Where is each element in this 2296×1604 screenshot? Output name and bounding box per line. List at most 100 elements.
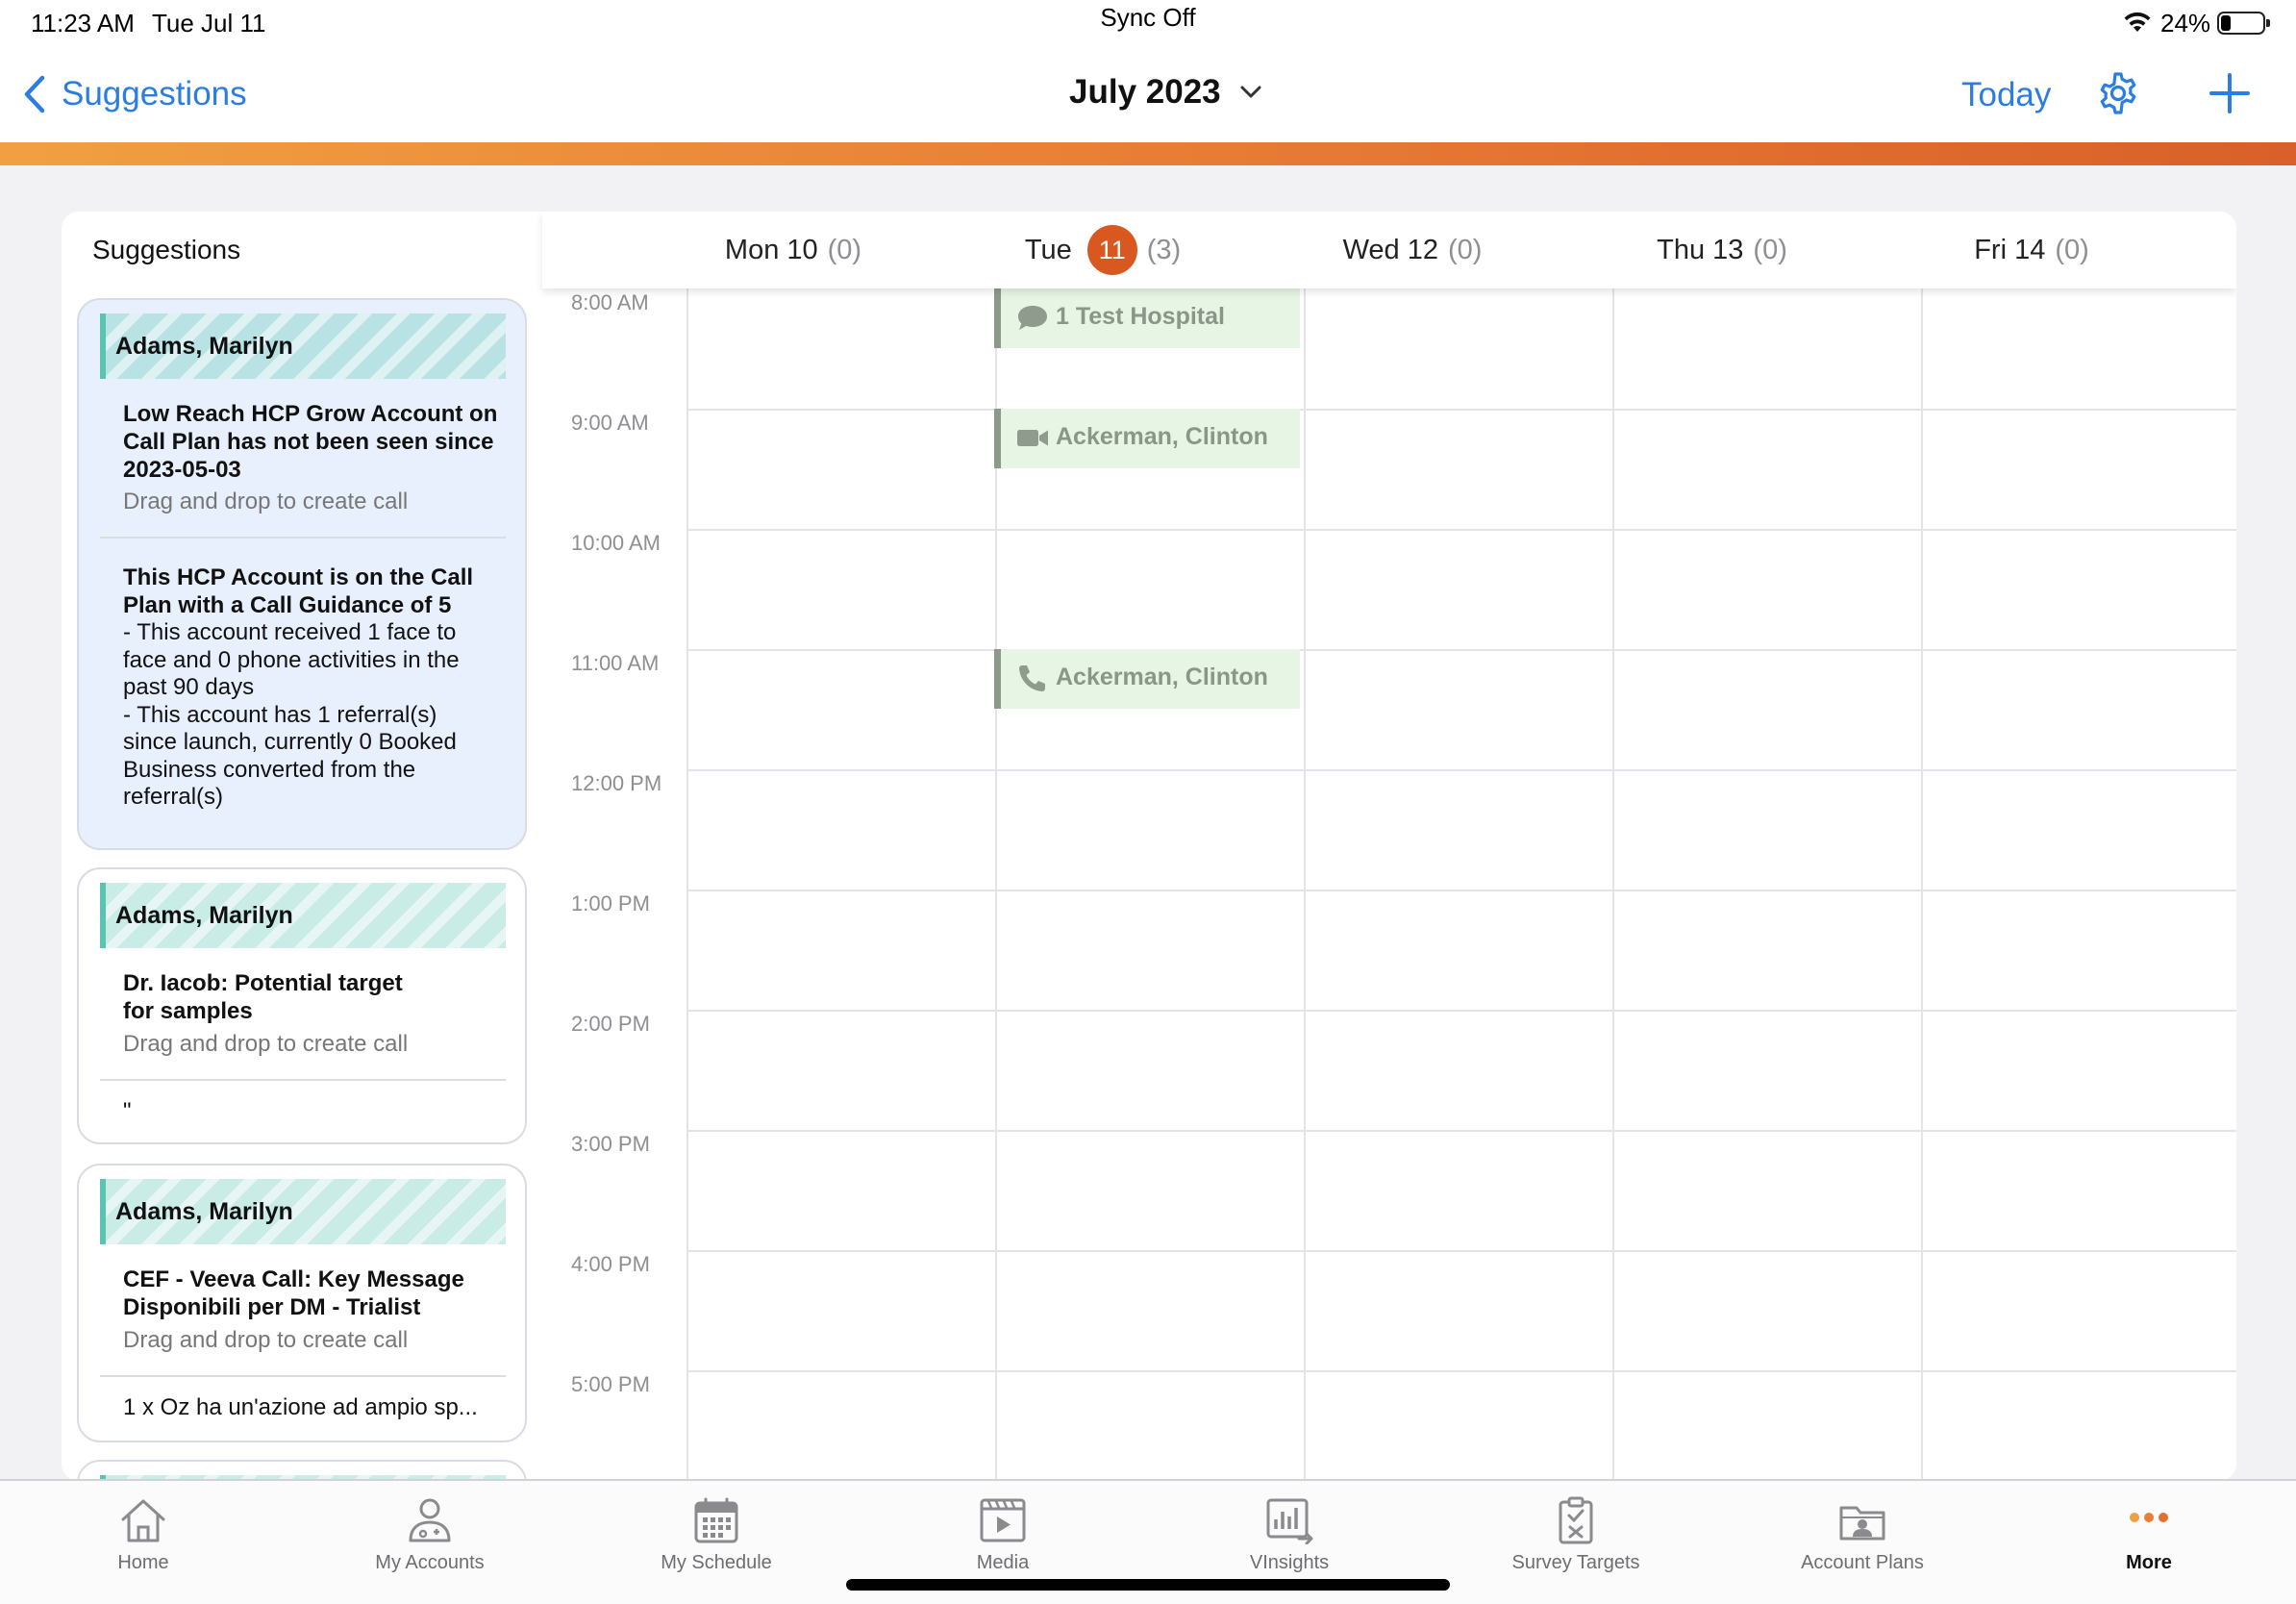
drag-hint: Drag and drop to create call	[123, 489, 409, 514]
back-button[interactable]: Suggestions	[21, 73, 247, 115]
hour-line	[686, 409, 2236, 411]
day-label: Mon 10	[724, 234, 818, 265]
tab-label: Account Plans	[1801, 1552, 1924, 1573]
day-header-thu[interactable]: Thu 13 (0)	[1567, 212, 1877, 288]
hour-line	[686, 649, 2236, 651]
tab-label: My Schedule	[661, 1552, 772, 1573]
tab-my-accounts[interactable]: My Accounts	[287, 1481, 573, 1604]
suggestion-title-line: Dr. Iacob: Potential target	[123, 970, 403, 996]
suggestions-header: Suggestions	[92, 235, 241, 264]
suggestion-title-line: Low Reach HCP Grow Account on	[123, 401, 498, 427]
gear-icon[interactable]	[2096, 71, 2140, 115]
time-label: 1:00 PM	[571, 891, 650, 915]
hour-line	[686, 769, 2236, 771]
day-header-mon[interactable]: Mon 10 (0)	[638, 212, 948, 288]
suggestion-detail-title: Plan with a Call Guidance of 5	[123, 591, 452, 618]
suggestion-footer: 1 x Oz ha un'azione ad ampio sp...	[123, 1394, 478, 1420]
time-label: 11:00 AM	[571, 651, 660, 675]
today-button[interactable]: Today	[1961, 76, 2051, 114]
day-header-fri[interactable]: Fri 14 (0)	[1877, 212, 2186, 288]
divider	[100, 1079, 506, 1081]
suggestion-title-line: Call Plan has not been seen since	[123, 429, 494, 455]
tab-survey-targets[interactable]: Survey Targets	[1433, 1481, 1719, 1604]
main-card: Suggestions Adams, Marilyn Low Reach HCP…	[62, 212, 2236, 1481]
day-label: Fri 14	[1974, 234, 2046, 265]
suggestion-card[interactable]: Adams, Marilyn Dr. Iacob: Potential targ…	[77, 867, 527, 1144]
day-label: Thu 13	[1657, 234, 1744, 265]
suggestion-detail-line: referral(s)	[123, 784, 224, 810]
day-label: Wed 12	[1342, 234, 1438, 265]
tab-label: Home	[117, 1552, 169, 1573]
suggestion-detail-line: face and 0 phone activities in the	[123, 646, 460, 673]
suggestion-title-line: CEF - Veeva Call: Key Message	[123, 1266, 464, 1292]
week-calendar: Mon 10 (0) Tue 11 (3) Wed 12 (0) Thu 13 …	[542, 212, 2236, 1481]
day-header-tue[interactable]: Tue 11 (3)	[948, 212, 1258, 288]
calendar-event[interactable]: 1 Test Hospital	[994, 288, 1300, 348]
tab-more[interactable]: More	[2006, 1481, 2292, 1604]
tab-home[interactable]: Home	[0, 1481, 287, 1604]
day-count: (0)	[827, 234, 862, 265]
suggestion-detail-line: - This account received 1 face to	[123, 619, 457, 645]
time-label: 4:00 PM	[571, 1252, 650, 1276]
back-button-label: Suggestions	[62, 75, 247, 113]
account-plans-folder-icon	[1839, 1506, 1885, 1541]
day-label: Tue	[1024, 234, 1072, 265]
tab-label: My Accounts	[375, 1552, 485, 1573]
suggestion-card[interactable]: Adams, Marilyn CEF - Veeva Call: Key Mes…	[77, 1164, 527, 1442]
tab-label: VInsights	[1249, 1552, 1330, 1573]
chevron-down-icon	[1240, 86, 1261, 98]
suggestion-title: CEF - Veeva Call: Key Message Disponibil…	[123, 1266, 517, 1321]
month-picker[interactable]: July 2023	[1069, 73, 1261, 112]
suggestion-account-banner: Adams, Marilyn	[100, 313, 506, 379]
suggestion-title-line: for samples	[123, 998, 253, 1024]
calendar-event[interactable]: Ackerman, Clinton	[994, 649, 1300, 709]
suggestion-account-banner: Adams, Marilyn	[100, 1179, 506, 1244]
tab-label: Survey Targets	[1511, 1552, 1640, 1573]
suggestion-detail-title: This HCP Account is on the Call	[123, 564, 474, 590]
suggestion-title-line: 2023-05-03	[123, 457, 241, 483]
time-label: 9:00 AM	[571, 411, 649, 435]
hour-line	[686, 890, 2236, 891]
person-icon	[409, 1498, 451, 1542]
time-label: 3:00 PM	[571, 1132, 650, 1156]
nav-bar: Suggestions July 2023 Today	[0, 44, 2296, 142]
divider	[100, 537, 506, 539]
event-label: Ackerman, Clinton	[1056, 423, 1268, 450]
day-column-line	[1921, 288, 1923, 1481]
home-icon	[121, 1499, 165, 1542]
day-header-wed[interactable]: Wed 12 (0)	[1258, 212, 1567, 288]
time-label: 8:00 AM	[571, 290, 649, 314]
suggestion-detail-line: since launch, currently 0 Booked	[123, 729, 457, 755]
hour-line	[686, 1130, 2236, 1132]
suggestion-footer: "	[123, 1098, 132, 1124]
survey-clipboard-icon	[1559, 1496, 1593, 1544]
day-count: (3)	[1146, 234, 1182, 265]
suggestion-card[interactable]: Adams, Marilyn Low Reach HCP Grow Accoun…	[77, 298, 527, 850]
calendar-event[interactable]: Ackerman, Clinton	[994, 409, 1300, 468]
suggestion-title: Low Reach HCP Grow Account on Call Plan …	[123, 400, 517, 484]
suggestion-card[interactable]	[77, 1460, 527, 1481]
hour-line	[686, 529, 2236, 531]
suggestion-account-name: Adams, Marilyn	[115, 1198, 293, 1225]
more-dots-icon	[2130, 1513, 2168, 1522]
page-title: July 2023	[1069, 73, 1221, 111]
hour-line	[686, 1010, 2236, 1012]
suggestion-detail: This HCP Account is on the Call Plan wit…	[123, 564, 517, 812]
time-label: 5:00 PM	[571, 1372, 650, 1396]
today-badge: 11	[1086, 225, 1137, 275]
day-count: (0)	[1447, 234, 1483, 265]
battery-icon	[2217, 12, 2270, 35]
tab-account-plans[interactable]: Account Plans	[1719, 1481, 2006, 1604]
tab-my-schedule[interactable]: My Schedule	[573, 1481, 860, 1604]
wifi-icon	[2124, 12, 2151, 32]
plus-icon[interactable]	[2208, 71, 2252, 115]
day-count: (0)	[2055, 234, 2089, 265]
drag-hint: Drag and drop to create call	[123, 1327, 409, 1353]
time-label: 12:00 PM	[571, 771, 662, 795]
day-column-line	[1612, 288, 1614, 1481]
day-column-line	[686, 288, 688, 1481]
home-indicator[interactable]	[846, 1579, 1450, 1591]
suggestion-account-name: Adams, Marilyn	[115, 333, 293, 360]
tab-label: Media	[976, 1552, 1030, 1573]
day-header-row: Mon 10 (0) Tue 11 (3) Wed 12 (0) Thu 13 …	[542, 212, 2236, 288]
